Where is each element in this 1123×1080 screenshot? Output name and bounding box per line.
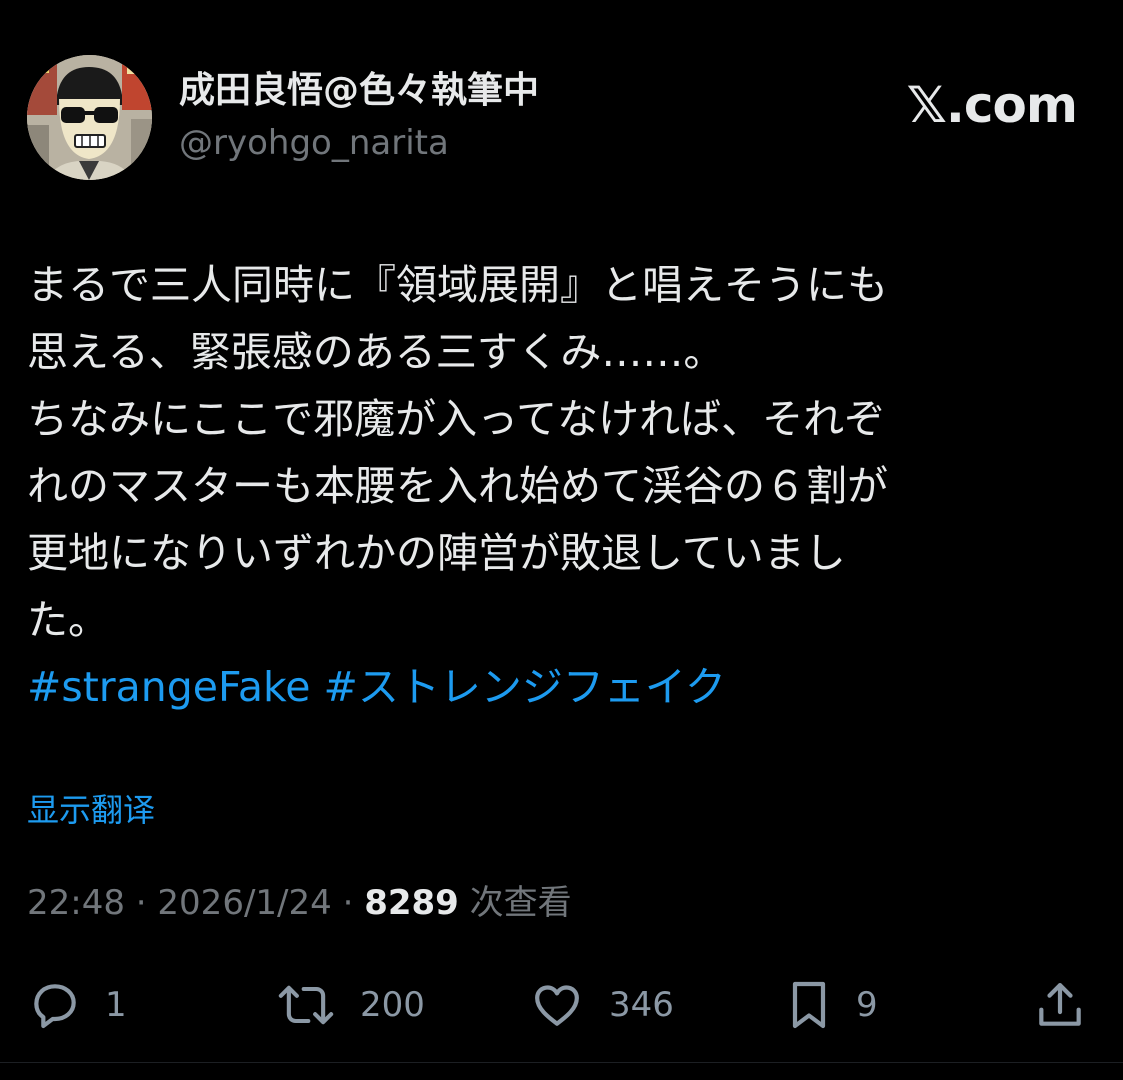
reply-button[interactable]: 1 xyxy=(27,975,127,1035)
tweet-text: まるで三人同時に『領域展開』と唱えそうにも 思える、緊張感のある三すくみ……。 … xyxy=(27,261,888,644)
like-button[interactable]: 346 xyxy=(527,975,674,1035)
tweet-header: 成田良悟@色々執筆中 @ryohgo_narita 𝕏.com xyxy=(27,55,1097,185)
bookmark-count: 9 xyxy=(856,985,878,1025)
meta-separator: · xyxy=(342,883,354,923)
show-translation-link[interactable]: 显示翻译 xyxy=(27,788,155,832)
author-display-name[interactable]: 成田良悟@色々執筆中 xyxy=(179,69,539,113)
views-label: 次查看 xyxy=(469,883,572,923)
hashtag-link[interactable]: #ストレンジフェイク xyxy=(324,663,727,711)
tweet-time[interactable]: 22:48 xyxy=(27,883,125,923)
reply-count: 1 xyxy=(105,985,127,1025)
tweet-body: まるで三人同時に『領域展開』と唱えそうにも 思える、緊張感のある三すくみ……。 … xyxy=(27,252,1087,721)
like-count: 346 xyxy=(609,985,674,1025)
avatar[interactable] xyxy=(27,55,152,180)
tweet-meta: 22:48 · 2026/1/24 · 8289 次查看 xyxy=(27,881,572,925)
views-count: 8289 xyxy=(364,883,459,923)
action-bar: 1 200 346 9 xyxy=(27,975,1092,1035)
meta-separator: · xyxy=(135,883,147,923)
hashtag-row: #strangeFake #ストレンジフェイク xyxy=(27,654,1087,721)
author-handle[interactable]: @ryohgo_narita xyxy=(179,121,449,165)
retweet-arrows-icon xyxy=(274,977,338,1033)
retweet-button[interactable]: 200 xyxy=(274,975,425,1035)
hashtag-link[interactable]: #strangeFake xyxy=(27,663,310,711)
bookmark-button[interactable]: 9 xyxy=(784,975,878,1035)
heart-icon xyxy=(527,977,587,1033)
share-button[interactable] xyxy=(1032,975,1088,1035)
share-upload-icon xyxy=(1032,977,1088,1033)
bookmark-icon xyxy=(784,977,834,1033)
speech-bubble-icon xyxy=(27,977,83,1033)
retweet-count: 200 xyxy=(360,985,425,1025)
x-logo: 𝕏.com xyxy=(906,76,1078,134)
divider xyxy=(0,1062,1123,1063)
tweet-date[interactable]: 2026/1/24 xyxy=(157,883,331,923)
